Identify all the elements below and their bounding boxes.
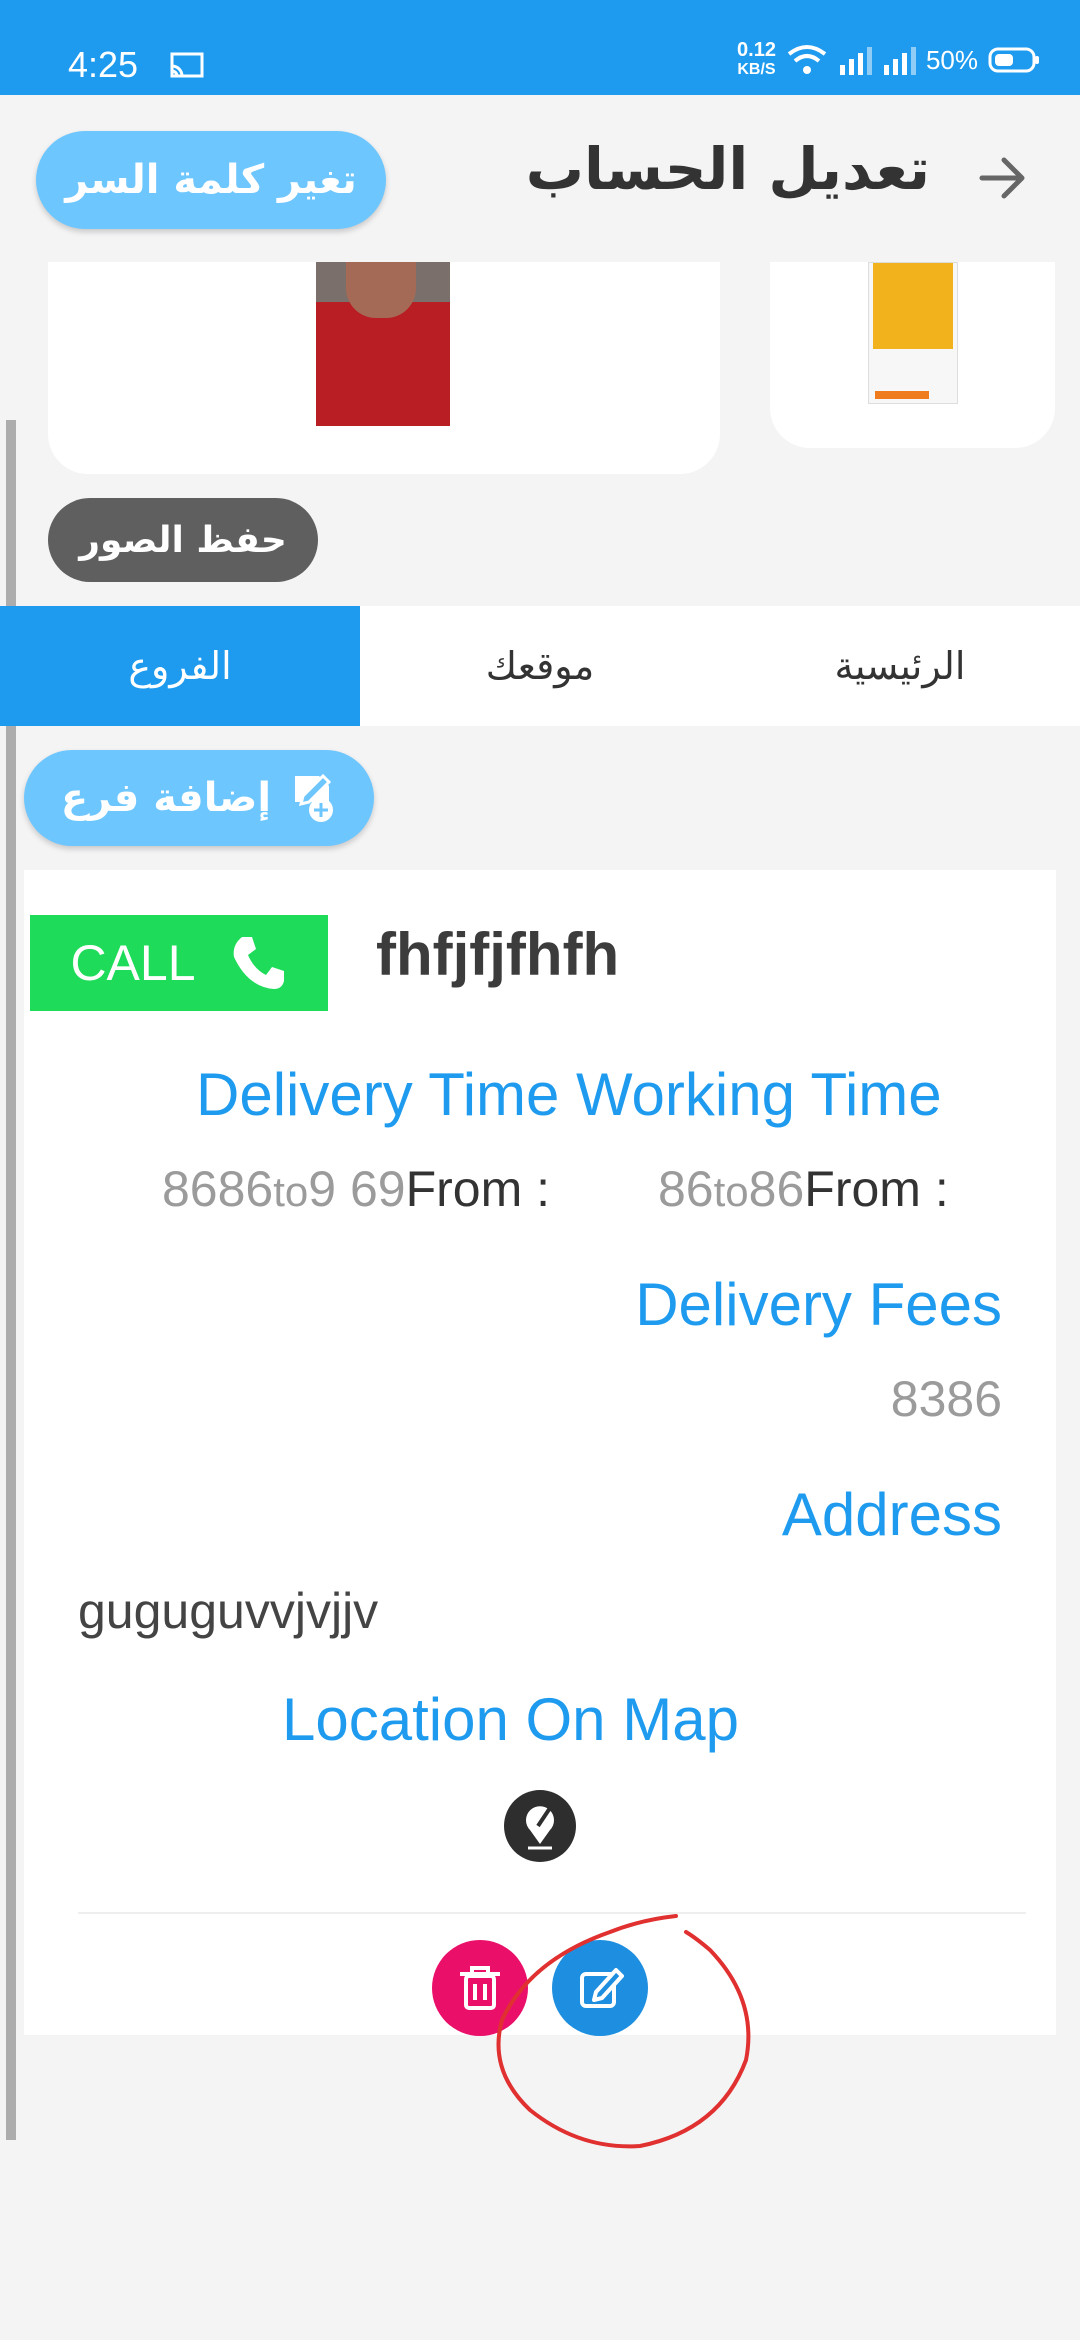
add-branch-label: إضافة فرع <box>60 775 272 821</box>
battery-percent: 50% <box>925 44 978 75</box>
working-time-value: 86to86From : <box>658 1161 949 1217</box>
address-heading: Address <box>781 1481 1002 1548</box>
app-header: تعديل الحساب تغير كلمة السر <box>0 95 1080 260</box>
phone-icon <box>233 937 284 989</box>
signal-icon <box>839 47 872 75</box>
back-arrow-icon[interactable] <box>974 150 1030 206</box>
product-photo[interactable] <box>868 262 958 404</box>
branch-card: CALL fhfjfjfhfh Working Time 86to86From … <box>24 870 1056 2036</box>
cast-icon <box>170 52 204 78</box>
tab-bar: الفروع موقعك الرئيسية <box>0 606 1080 726</box>
status-time: 4:25 <box>68 44 139 85</box>
page-title: تعديل الحساب <box>525 135 930 203</box>
tab-branches[interactable]: الفروع <box>0 606 360 726</box>
save-images-button[interactable]: حفظ الصور <box>48 498 318 582</box>
add-branch-button[interactable]: إضافة فرع <box>24 750 374 846</box>
delivery-time-value: 8686to9 69From : <box>162 1161 551 1217</box>
branch-name: fhfjfjfhfh <box>376 921 620 988</box>
tab-home[interactable]: الرئيسية <box>720 606 1080 726</box>
wifi-icon <box>787 45 827 74</box>
working-time-heading: Working Time <box>576 1061 942 1128</box>
map-pin-icon[interactable] <box>504 1790 576 1862</box>
location-heading: Location On Map <box>282 1686 739 1753</box>
call-label: CALL <box>70 935 196 991</box>
change-password-button[interactable]: تغير كلمة السر <box>36 131 386 229</box>
delivery-fees-heading: Delivery Fees <box>635 1271 1002 1338</box>
add-document-icon <box>295 773 334 822</box>
network-speed: 0.12 KB/S <box>737 39 776 78</box>
call-button[interactable]: CALL <box>30 915 328 1011</box>
profile-photo[interactable] <box>316 262 450 426</box>
delivery-time-heading: Delivery Time <box>196 1061 560 1128</box>
status-icons: 0.12 KB/S 50% <box>737 40 1040 80</box>
tab-location[interactable]: موقعك <box>360 606 720 726</box>
status-bar: 4:25 0.12 KB/S 50% <box>0 0 1080 95</box>
address-value: guguguvvjvjjv <box>78 1583 379 1639</box>
battery-icon <box>988 47 1039 73</box>
signal-icon-2 <box>883 47 916 75</box>
delivery-fees-value: 8386 <box>890 1371 1002 1427</box>
annotation-circle <box>496 1914 751 2149</box>
